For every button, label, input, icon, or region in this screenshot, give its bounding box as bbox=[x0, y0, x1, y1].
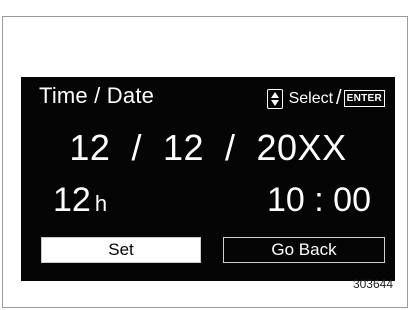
figure-number: 303644 bbox=[352, 277, 393, 291]
go-back-button[interactable]: Go Back bbox=[223, 237, 385, 263]
hour-format-value: 12 bbox=[53, 181, 91, 219]
date-value[interactable]: 12 / 12 / 20XX bbox=[21, 127, 395, 169]
hour-format-field[interactable]: 12 h bbox=[53, 181, 107, 220]
figure-frame: Time / Date Select / ENTER 12 / 12 / 20X… bbox=[2, 16, 408, 308]
select-hint-label: Select bbox=[288, 89, 334, 107]
time-value[interactable]: 10 : 00 bbox=[267, 181, 371, 220]
enter-key-icon: ENTER bbox=[343, 90, 385, 107]
up-down-arrows-icon bbox=[266, 88, 283, 109]
screen-title: Time / Date bbox=[39, 83, 155, 108]
hint-separator: / bbox=[336, 87, 342, 109]
control-hint: Select / ENTER bbox=[266, 87, 385, 110]
hour-format-unit: h bbox=[94, 191, 108, 216]
set-button[interactable]: Set bbox=[41, 237, 201, 263]
display-screen: Time / Date Select / ENTER 12 / 12 / 20X… bbox=[21, 77, 395, 281]
